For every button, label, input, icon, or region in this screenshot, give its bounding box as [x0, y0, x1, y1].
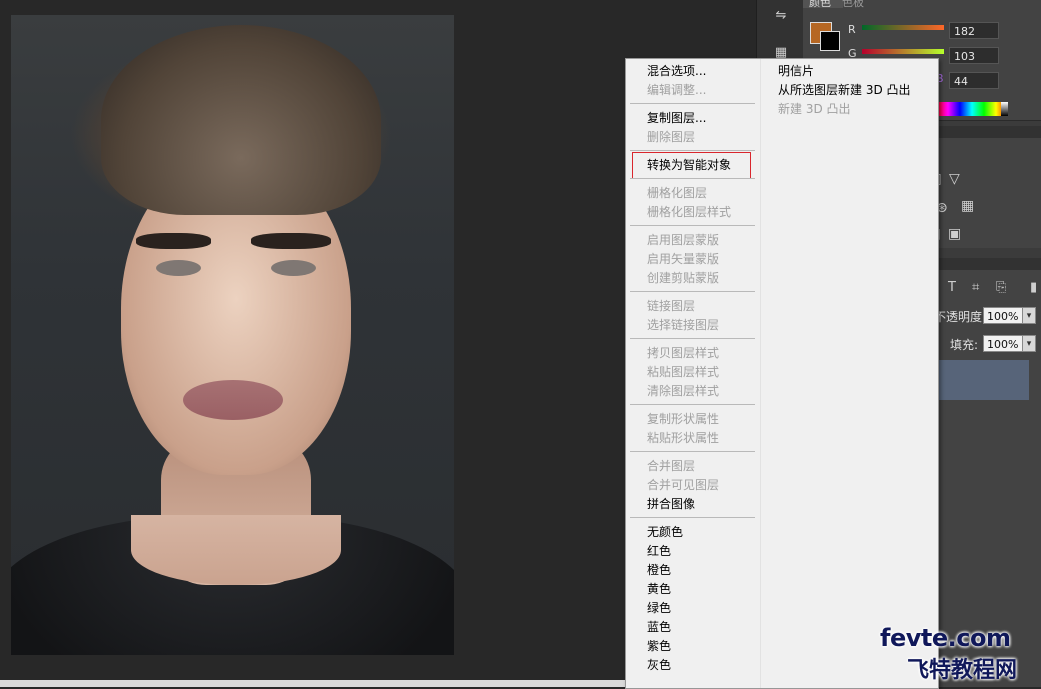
channel-g-value[interactable]: 103 [949, 47, 999, 64]
menu-item-paste-layer-style: 粘贴图层样式 [647, 365, 720, 379]
menu-item-yellow[interactable]: 黄色 [647, 581, 671, 597]
channel-r-slider[interactable] [862, 25, 944, 30]
menu-item-create-clipping-mask: 创建剪贴蒙版 [647, 271, 720, 285]
layers-panel-tabbar [936, 258, 1041, 270]
adjustments-panel: ▯ ▽ ⊛ ▦ ▯ ▣ [933, 138, 1041, 248]
color-lookup-grid-icon[interactable]: ▦ [961, 198, 974, 214]
menu-item-paste-shape-attributes: 粘贴形状属性 [647, 431, 720, 445]
smart-object-filter-icon[interactable]: ⎘ [996, 280, 1006, 295]
menu-separator [630, 178, 755, 179]
left-eyebrow-shape [136, 233, 211, 249]
hair-shape [101, 25, 381, 215]
fill-dropdown-arrow[interactable]: ▾ [1022, 335, 1036, 352]
menu-item-green[interactable]: 绿色 [647, 600, 671, 616]
watermark-logo-text: fevte.com [880, 624, 1011, 652]
portrait-photo[interactable] [11, 15, 454, 655]
menu-item-postcard[interactable]: 明信片 [778, 63, 814, 79]
menu-item-enable-vector-mask: 启用矢量蒙版 [647, 252, 720, 266]
menu-item-clear-layer-style: 清除图层样式 [647, 384, 720, 398]
menu-item-enable-layer-mask: 启用图层蒙版 [647, 233, 720, 247]
menu-item-copy-layer-style: 拷贝图层样式 [647, 346, 720, 360]
menu-separator [630, 338, 755, 339]
right-eye-shape [271, 260, 316, 276]
menu-column-divider [760, 59, 761, 688]
menu-item-violet[interactable]: 紫色 [647, 638, 671, 654]
menu-item-rasterize-layer-style: 栅格化图层样式 [647, 205, 732, 219]
channel-r-value[interactable]: 182 [949, 22, 999, 39]
color-spectrum-bar[interactable] [936, 102, 1008, 116]
opacity-label: 不透明度: [938, 310, 982, 324]
fill-label: 填充: [950, 338, 979, 352]
tab-color[interactable]: 颜色 [803, 0, 843, 9]
channel-g-slider[interactable] [862, 49, 944, 54]
menu-item-flatten-image[interactable]: 拼合图像 [647, 496, 695, 512]
menu-item-merge-visible: 合并可见图层 [647, 478, 720, 492]
black-white-ramp[interactable] [1001, 102, 1008, 116]
opacity-input[interactable]: 100% [983, 307, 1025, 324]
menu-item-edit-adjustment: 编辑调整... [647, 83, 707, 97]
lips-shape [183, 380, 283, 420]
status-bar [0, 680, 625, 687]
selected-layer-row[interactable] [936, 360, 1029, 400]
channel-r-label: R [848, 23, 856, 36]
neckline-shape [131, 515, 341, 585]
menu-item-new-3d-extrusion-from-selected[interactable]: 从所选图层新建 3D 凸出 [778, 82, 911, 98]
menu-item-gray[interactable]: 灰色 [647, 657, 671, 673]
menu-separator [630, 150, 755, 151]
background-color-swatch[interactable] [820, 31, 840, 51]
menu-item-select-linked-layers: 选择链接图层 [647, 318, 720, 332]
layer-context-menu: 混合选项... 编辑调整... 复制图层... 删除图层 转换为智能对象 栅格化… [625, 58, 939, 689]
menu-item-orange[interactable]: 橙色 [647, 562, 671, 578]
menu-item-copy-shape-attributes: 复制形状属性 [647, 412, 720, 426]
menu-item-delete-layer: 删除图层 [647, 130, 696, 144]
menu-item-red[interactable]: 红色 [647, 543, 671, 559]
menu-separator [630, 517, 755, 518]
menu-item-merge-layers: 合并图层 [647, 459, 696, 473]
gradient-map-triangle-icon[interactable]: ▽ [949, 171, 960, 187]
menu-item-new-3d-extrusion: 新建 3D 凸出 [778, 102, 851, 116]
type-layer-filter-icon[interactable]: T [948, 280, 956, 295]
menu-item-duplicate-layer[interactable]: 复制图层... [647, 110, 706, 126]
gradient-icon[interactable]: ▣ [948, 226, 961, 242]
menu-separator [630, 291, 755, 292]
right-eyebrow-shape [251, 233, 331, 249]
tab-swatches[interactable]: 色板 [842, 0, 882, 9]
menu-item-convert-to-smart-object[interactable]: 转换为智能对象 [647, 157, 731, 173]
filter-toggle-icon[interactable]: ▮ [1030, 280, 1037, 295]
adjustments-panel-tabbar [936, 126, 1041, 138]
menu-separator [630, 404, 755, 405]
menu-item-blue[interactable]: 蓝色 [647, 619, 671, 635]
menu-item-rasterize-layer: 栅格化图层 [647, 186, 708, 200]
watermark-site-name: 飞特教程网 [907, 658, 1018, 683]
history-icon[interactable]: ⇋ [772, 7, 790, 25]
menu-separator [630, 103, 755, 104]
left-eye-shape [156, 260, 201, 276]
menu-item-blending-options[interactable]: 混合选项... [647, 63, 706, 79]
menu-item-no-color[interactable]: 无颜色 [647, 524, 683, 540]
menu-item-link-layers: 链接图层 [647, 299, 696, 313]
shape-layer-filter-icon[interactable]: ⌗ [972, 280, 979, 295]
menu-separator [630, 451, 755, 452]
opacity-dropdown-arrow[interactable]: ▾ [1022, 307, 1036, 324]
fill-input[interactable]: 100% [983, 335, 1025, 352]
channel-b-value[interactable]: 44 [949, 72, 999, 89]
menu-separator [630, 225, 755, 226]
